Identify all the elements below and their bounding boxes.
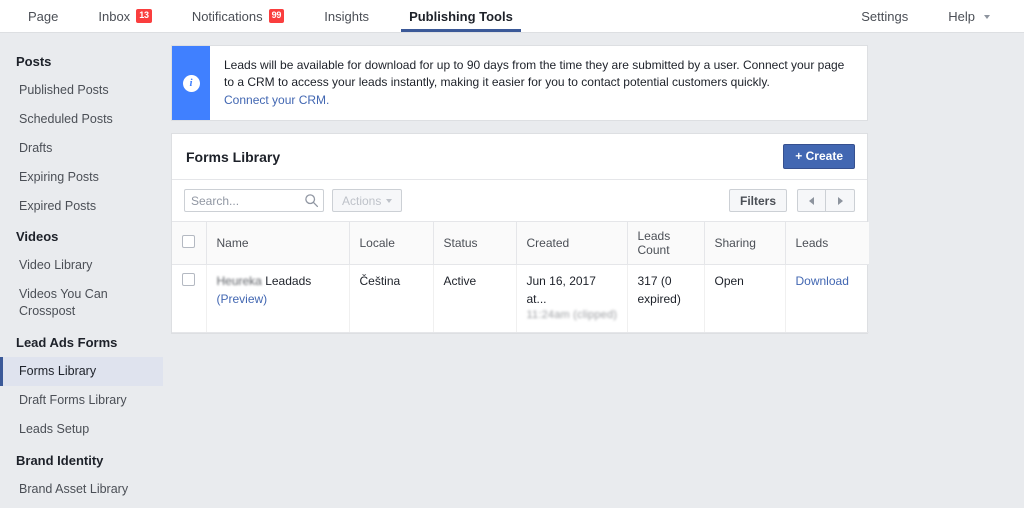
cell-leads-count: 317 (0 expired) — [627, 264, 705, 333]
created-time-clipped: 11:24am (clipped) — [526, 308, 618, 321]
table-toolbar: Actions Filters — [172, 180, 867, 223]
sidebar-group-canvas: Canvas — [0, 504, 163, 508]
created-date: Jun 16, 2017 at... — [526, 274, 596, 306]
nav-tab-publishing-tools-label: Publishing Tools — [409, 8, 513, 24]
toolbar-right-group: Filters — [728, 189, 855, 213]
forms-library-card: Forms Library + Create Actions — [171, 133, 869, 334]
preview-link[interactable]: (Preview) — [217, 291, 341, 308]
sidebar-group-posts: Posts — [16, 54, 52, 69]
nav-settings[interactable]: Settings — [841, 0, 928, 32]
banner-icon-column: i — [172, 46, 210, 121]
pagination-prev-button[interactable] — [797, 189, 826, 213]
info-icon: i — [182, 74, 200, 92]
sidebar-item-brand-asset-library[interactable]: Brand Asset Library — [0, 475, 163, 504]
actions-dropdown-label: Actions — [342, 193, 382, 208]
page-title: Forms Library — [186, 148, 281, 165]
chevron-left-icon — [809, 196, 814, 205]
cell-created: Jun 16, 2017 at... 11:24am (clipped) — [516, 264, 628, 333]
table-body: Heureka Leadads (Preview) Čeština Active… — [172, 264, 869, 333]
nav-help[interactable]: Help — [928, 0, 1010, 32]
nav-settings-label: Settings — [861, 8, 909, 24]
nav-tab-insights-label: Insights — [324, 8, 370, 24]
chevron-down-icon — [984, 15, 990, 19]
top-nav-right-group: Settings Help — [841, 0, 1024, 32]
search-input[interactable] — [184, 189, 324, 213]
table-header: Name Locale Status Created Leads Count S… — [172, 222, 869, 266]
nav-tab-page[interactable]: Page — [8, 0, 78, 32]
column-header-status[interactable]: Status — [433, 222, 517, 266]
nav-tab-publishing-tools[interactable]: Publishing Tools — [389, 0, 533, 32]
top-nav-left-group: Page Inbox 13 Notifications 99 Insights … — [0, 0, 533, 32]
table-row[interactable]: Heureka Leadads (Preview) Čeština Active… — [172, 264, 869, 333]
nav-tab-notifications[interactable]: Notifications 99 — [172, 0, 304, 32]
sidebar-item-expired-posts[interactable]: Expired Posts — [0, 192, 163, 221]
page-body: Posts Published Posts Scheduled Posts Dr… — [0, 33, 1024, 508]
banner-body: Leads will be available for download for… — [210, 46, 867, 120]
sidebar-item-scheduled-posts[interactable]: Scheduled Posts — [0, 105, 163, 134]
leads-info-banner: i Leads will be available for download f… — [171, 45, 868, 122]
top-navigation-bar: Page Inbox 13 Notifications 99 Insights … — [0, 0, 1024, 33]
column-header-sharing[interactable]: Sharing — [704, 222, 786, 266]
nav-tab-notifications-label: Notifications — [191, 8, 263, 24]
column-header-leads[interactable]: Leads — [785, 222, 869, 266]
cell-leads: Download — [785, 264, 869, 333]
forms-table: Name Locale Status Created Leads Count S… — [172, 222, 869, 333]
cell-status: Active — [433, 264, 517, 333]
row-checkbox[interactable] — [182, 273, 195, 287]
form-name: Leadads — [265, 274, 312, 289]
cell-locale: Čeština — [349, 264, 434, 333]
cell-sharing: Open — [704, 264, 786, 333]
sidebar-item-video-library[interactable]: Video Library — [0, 251, 163, 280]
nav-tab-page-label: Page — [28, 8, 59, 24]
nav-tab-inbox[interactable]: Inbox 13 — [78, 0, 171, 32]
column-header-created[interactable]: Created — [516, 222, 628, 266]
pagination-next-button[interactable] — [826, 189, 855, 213]
main-content: i Leads will be available for download f… — [163, 33, 1024, 334]
chevron-down-icon — [386, 198, 393, 203]
sidebar-group-videos: Videos — [16, 229, 59, 245]
cell-name: Heureka Leadads (Preview) — [206, 264, 350, 333]
sidebar-item-draft-forms-library[interactable]: Draft Forms Library — [0, 386, 163, 415]
filters-button[interactable]: Filters — [728, 189, 787, 213]
nav-help-label: Help — [948, 8, 975, 24]
row-select-cell — [172, 264, 207, 333]
card-header: Forms Library + Create — [172, 134, 867, 181]
sidebar-group-brand-identity: Brand Identity — [16, 452, 104, 468]
sidebar-item-published-posts[interactable]: Published Posts — [0, 76, 163, 105]
select-all-header — [172, 222, 207, 266]
pagination — [797, 189, 855, 213]
banner-text: Leads will be available for download for… — [224, 58, 845, 90]
sidebar-item-forms-library[interactable]: Forms Library — [0, 357, 163, 386]
search-wrapper — [184, 189, 324, 213]
column-header-locale[interactable]: Locale — [349, 222, 434, 266]
form-name-obscured: Heureka — [216, 274, 262, 289]
sidebar-item-leads-setup[interactable]: Leads Setup — [0, 415, 163, 444]
nav-tab-insights[interactable]: Insights — [304, 0, 389, 32]
chevron-right-icon — [837, 196, 843, 205]
table-header-row: Name Locale Status Created Leads Count S… — [172, 222, 869, 266]
sidebar-item-expiring-posts[interactable]: Expiring Posts — [0, 163, 163, 192]
notifications-badge: 99 — [268, 9, 285, 23]
sidebar-item-videos-you-can-crosspost[interactable]: Videos You Can Crosspost — [0, 280, 163, 326]
connect-crm-link[interactable]: Connect your CRM. — [224, 93, 329, 107]
column-header-name[interactable]: Name — [206, 222, 350, 266]
actions-dropdown[interactable]: Actions — [332, 189, 403, 213]
select-all-checkbox[interactable] — [182, 235, 195, 249]
sidebar: Posts Published Posts Scheduled Posts Dr… — [0, 33, 163, 508]
create-button[interactable]: + Create — [783, 144, 855, 170]
sidebar-group-lead-ads-forms: Lead Ads Forms — [16, 335, 118, 350]
download-link[interactable]: Download — [796, 274, 849, 288]
inbox-badge: 13 — [136, 9, 152, 23]
column-header-leads-count[interactable]: Leads Count — [627, 222, 705, 266]
sidebar-item-drafts[interactable]: Drafts — [0, 134, 163, 163]
nav-tab-inbox-label: Inbox — [98, 8, 131, 24]
